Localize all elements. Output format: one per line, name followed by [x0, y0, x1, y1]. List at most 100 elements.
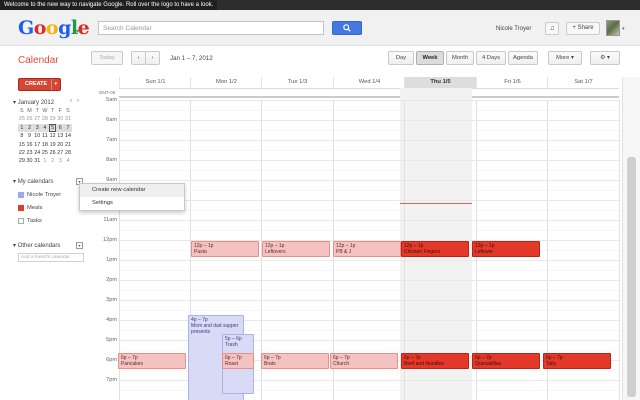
search-button[interactable] [332, 21, 362, 35]
mini-cal-prev-button[interactable]: ‹ [70, 98, 72, 104]
mini-cal-day-today[interactable]: 5 [48, 123, 57, 133]
mini-cal-day[interactable]: 25 [41, 149, 49, 157]
calendar-event[interactable]: 6p – 7p Tally [543, 353, 611, 369]
mini-cal-day[interactable]: 6 [56, 123, 65, 133]
mini-cal-day[interactable]: 3 [56, 157, 64, 165]
view-agenda-button[interactable]: Agenda [508, 51, 538, 65]
share-button[interactable]: + Share [566, 22, 600, 35]
mini-cal-day[interactable]: 25 [18, 115, 26, 123]
mini-cal-day[interactable]: 3 [33, 123, 42, 133]
mini-cal-day[interactable]: 19 [49, 141, 57, 149]
settings-button[interactable]: ⚙ ▾ [590, 51, 620, 65]
mini-cal-day[interactable]: 11 [41, 132, 49, 140]
mini-cal-day[interactable]: 28 [64, 149, 72, 157]
day-header[interactable]: Sat 1/7 [547, 77, 619, 88]
other-calendars-toggle[interactable]: ▾ Other calendars [13, 242, 60, 249]
search-input[interactable] [98, 21, 324, 35]
mini-cal-day[interactable]: 30 [26, 157, 34, 165]
mini-cal-day[interactable]: 31 [33, 157, 41, 165]
mini-cal-day[interactable]: 4 [41, 123, 49, 133]
mini-cal-day[interactable]: 30 [56, 115, 64, 123]
mini-cal-next-button[interactable]: › [77, 98, 79, 104]
day-header[interactable]: Tue 1/3 [261, 77, 333, 88]
mini-cal-day[interactable]: 15 [18, 141, 26, 149]
mini-cal-day[interactable]: 10 [33, 132, 41, 140]
create-button[interactable]: CREATE ▾ [18, 78, 61, 91]
view-week-button[interactable]: Week [416, 51, 444, 65]
mini-cal-day[interactable]: 20 [56, 141, 64, 149]
day-header[interactable]: Mon 1/2 [190, 77, 262, 88]
next-period-button[interactable]: › [145, 51, 160, 65]
view-4days-button[interactable]: 4 Days [476, 51, 506, 65]
scrollbar-thumb[interactable] [627, 157, 636, 397]
calendar-item-tasks[interactable]: Tasks [18, 218, 42, 224]
more-button[interactable]: More ▾ [548, 51, 582, 65]
all-day-row[interactable] [119, 88, 619, 98]
calendar-event[interactable]: 6p – 7p Quesadillas [472, 353, 540, 369]
mini-cal-day[interactable]: 8 [18, 132, 26, 140]
user-name-link[interactable]: Nicole Troyer [496, 26, 531, 32]
create-new-calendar-item[interactable]: Create new calendar [80, 184, 184, 197]
mini-cal-collapse[interactable]: ▾ January 2012 [13, 99, 54, 106]
calendar-event[interactable]: 12p – 1p PB & J [333, 241, 401, 257]
mini-cal-day[interactable]: 22 [18, 149, 26, 157]
mini-cal-day[interactable]: 29 [49, 115, 57, 123]
notifications-button[interactable]: ♫ [545, 22, 559, 35]
mini-cal-day[interactable]: 21 [64, 141, 72, 149]
mini-cal-day[interactable]: 13 [56, 132, 64, 140]
mini-cal-day[interactable]: 24 [33, 149, 41, 157]
calendar-event[interactable]: 12p – 1p Chicken Fingers [401, 241, 469, 257]
mini-cal-day[interactable]: 28 [41, 115, 49, 123]
other-calendars-menu-icon[interactable]: ▾ [76, 242, 83, 249]
mini-cal-day[interactable]: 2 [49, 157, 57, 165]
mini-cal-day[interactable]: 18 [41, 141, 49, 149]
calendar-color-swatch[interactable] [18, 205, 24, 211]
add-friend-calendar-input[interactable] [18, 253, 84, 262]
calendar-item-meals[interactable]: Meals [18, 205, 42, 211]
my-calendars-toggle[interactable]: ▾ My calendars [13, 178, 53, 185]
calendar-event[interactable]: 6p – 7p Beef and Noodles [401, 353, 469, 369]
create-caret-icon[interactable]: ▾ [51, 79, 57, 90]
calendar-event[interactable]: 6p – 7p Pancakes [118, 353, 186, 369]
mini-cal-day[interactable]: 16 [26, 141, 34, 149]
calendar-color-swatch[interactable] [18, 218, 24, 224]
mini-cal-day[interactable]: 23 [26, 149, 34, 157]
mini-cal-day[interactable]: 4 [64, 157, 72, 165]
calendar-event[interactable]: 6p – 7p Brats [261, 353, 329, 369]
calendar-event[interactable]: 12p – 1p Pasta [191, 241, 259, 257]
mini-cal-day[interactable]: 12 [49, 132, 57, 140]
mini-cal-day[interactable]: 26 [26, 115, 34, 123]
mini-cal-day[interactable]: 14 [64, 132, 72, 140]
calendar-event[interactable]: 12p – 1p Leftover [472, 241, 540, 257]
mini-cal-day[interactable]: 1 [18, 123, 26, 133]
prev-period-button[interactable]: ‹ [131, 51, 146, 65]
mini-cal-day[interactable]: 7 [64, 123, 72, 133]
mini-cal-day[interactable]: 29 [18, 157, 26, 165]
calendar-event[interactable]: 6p – 7p Church [330, 353, 398, 369]
day-header[interactable]: Fri 1/6 [476, 77, 548, 88]
view-month-button[interactable]: Month [446, 51, 474, 65]
time-grid[interactable]: 5am6am7am8am9am10am11am12pm1pm2pm3pm4pm5… [95, 88, 621, 400]
mini-cal-day[interactable]: 17 [33, 141, 41, 149]
today-button[interactable]: Today [91, 51, 123, 65]
view-day-button[interactable]: Day [388, 51, 414, 65]
logo-caret-icon[interactable]: ▾ [76, 28, 79, 35]
scrollbar[interactable] [622, 77, 640, 400]
day-header[interactable]: Wed 1/4 [333, 77, 405, 88]
mini-cal-day[interactable]: 1 [41, 157, 49, 165]
calendar-color-swatch[interactable] [18, 192, 24, 198]
mini-cal-day[interactable]: 26 [49, 149, 57, 157]
day-header-today[interactable]: Thu 1/5 [404, 77, 476, 88]
calendar-item-nicole[interactable]: Nicole Troyer [18, 192, 61, 198]
calendar-event[interactable]: 6p – 7p Roast [222, 353, 254, 369]
mini-cal-day[interactable]: 9 [26, 132, 34, 140]
mini-cal-day[interactable]: 2 [25, 123, 34, 133]
mini-cal-day[interactable]: 27 [56, 149, 64, 157]
mini-cal-day[interactable]: 31 [64, 115, 72, 123]
account-caret-icon[interactable]: ▾ [622, 26, 625, 32]
settings-item[interactable]: Settings [80, 197, 184, 210]
avatar[interactable] [606, 20, 620, 36]
day-header[interactable]: Sun 1/1 [119, 77, 191, 88]
mini-cal-day[interactable]: 27 [33, 115, 41, 123]
calendar-event[interactable]: 12p – 1p Leftovers [262, 241, 330, 257]
